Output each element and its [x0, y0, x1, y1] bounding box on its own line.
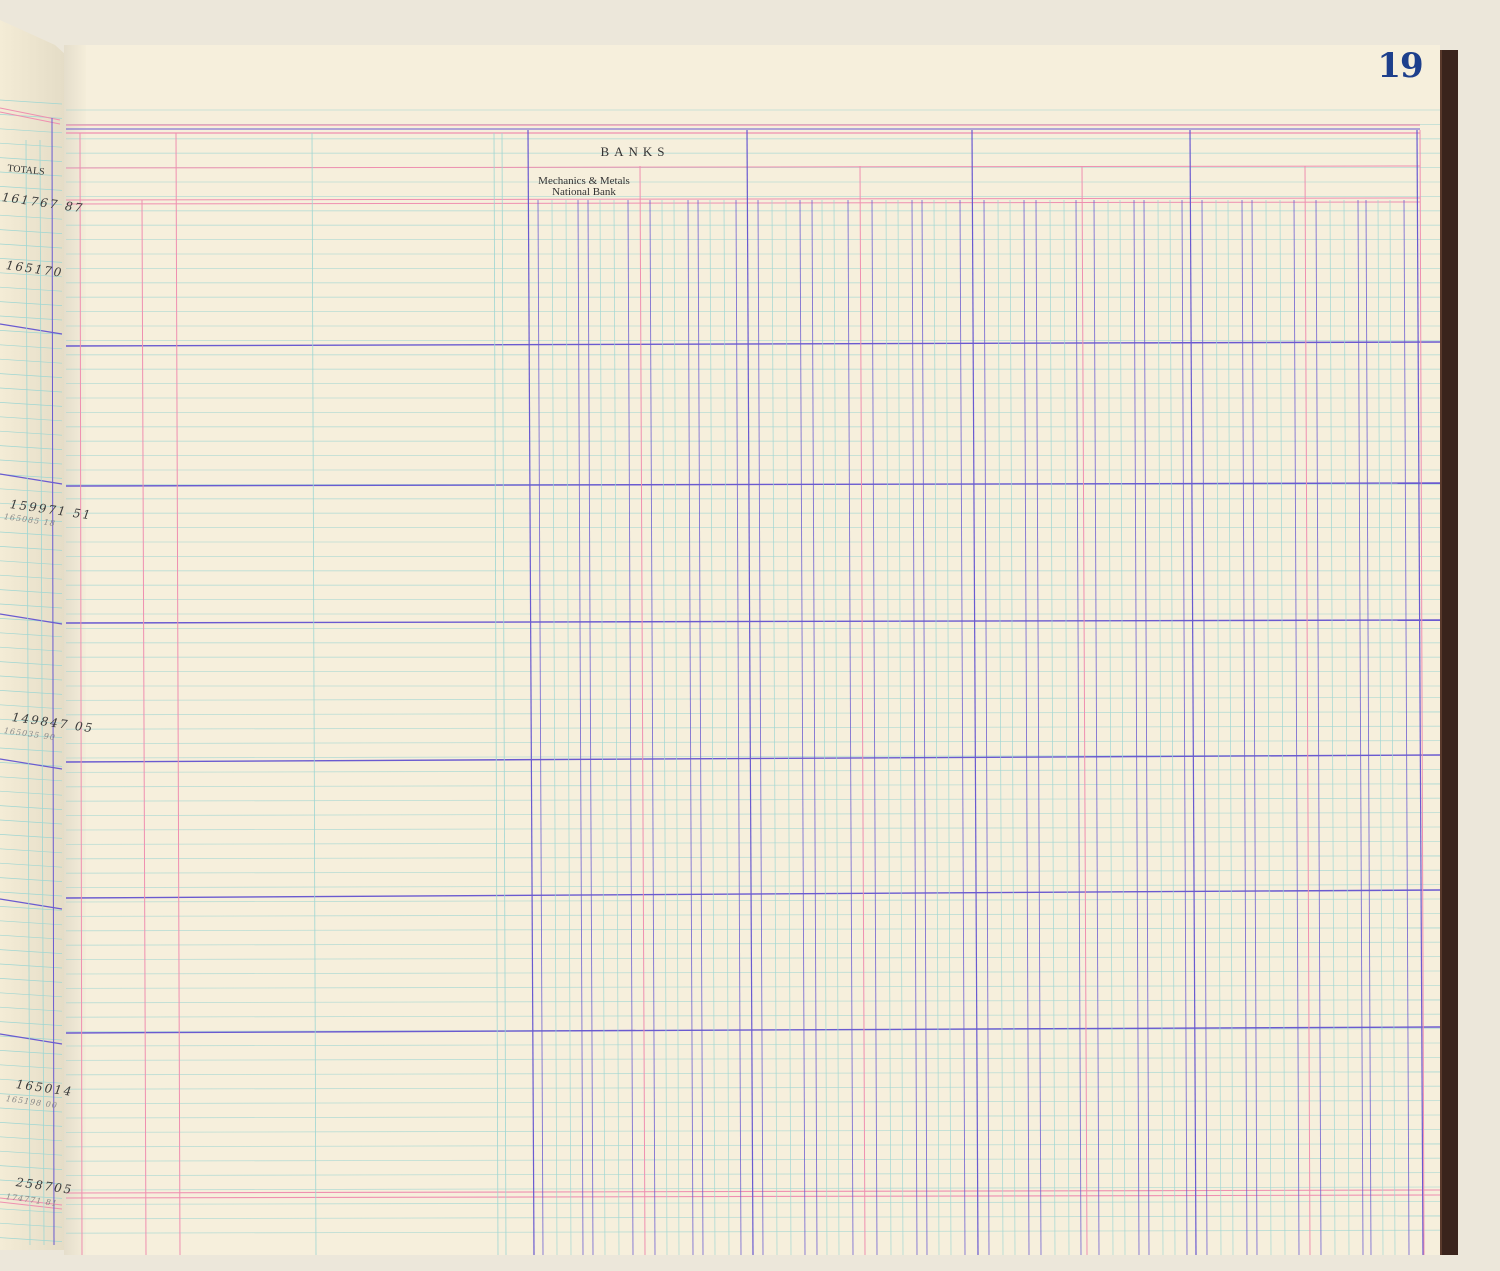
- ledger-scene: [0, 0, 1500, 1271]
- page-number: 19: [1377, 46, 1423, 86]
- column-heading-bank: Mechanics & Metals National Bank: [538, 175, 630, 198]
- section-heading: BANKS: [600, 144, 670, 159]
